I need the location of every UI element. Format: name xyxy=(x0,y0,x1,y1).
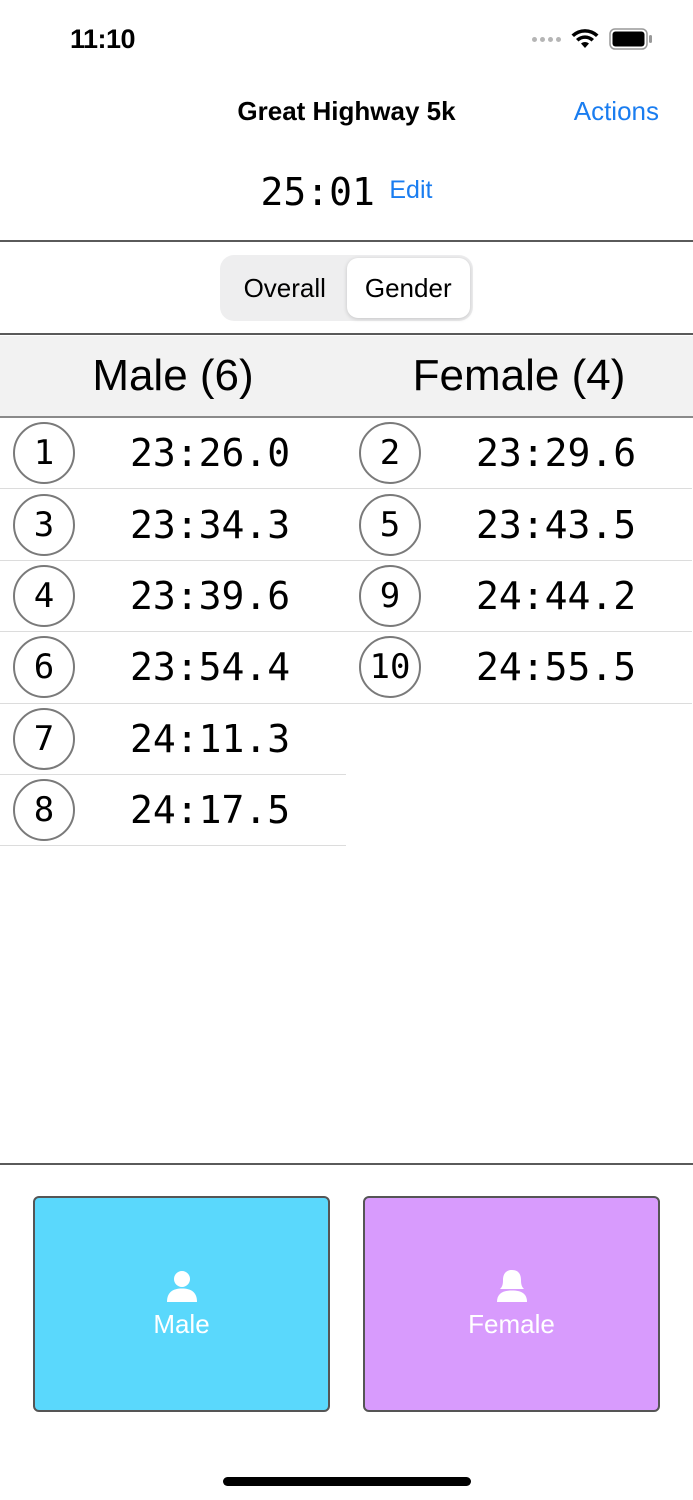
result-row[interactable]: 8 24:17.5 xyxy=(0,775,346,847)
finish-time: 23:54.4 xyxy=(130,645,291,690)
result-row[interactable]: 10 24:55.5 xyxy=(346,632,692,704)
segment-overall[interactable]: Overall xyxy=(223,258,347,318)
result-row[interactable]: 5 23:43.5 xyxy=(346,489,692,561)
battery-icon xyxy=(609,28,652,50)
result-row[interactable]: 2 23:29.6 xyxy=(346,418,692,490)
place-badge: 7 xyxy=(13,707,75,770)
male-results-column: 1 23:26.0 3 23:34.3 4 23:39.6 6 23:54.4 … xyxy=(0,418,346,847)
result-row[interactable]: 9 24:44.2 xyxy=(346,561,692,633)
place-badge: 2 xyxy=(359,422,421,485)
wifi-icon xyxy=(571,29,599,48)
finish-time: 23:26.0 xyxy=(130,431,291,476)
place-badge: 10 xyxy=(359,636,421,699)
place-badge: 1 xyxy=(13,422,75,485)
view-segmented-control: Overall Gender xyxy=(220,255,473,321)
segment-gender[interactable]: Gender xyxy=(346,258,470,318)
gender-headers: Male (6) Female (4) xyxy=(0,336,693,416)
finish-time: 23:43.5 xyxy=(476,502,637,547)
place-badge: 8 xyxy=(13,779,75,842)
status-time: 11:10 xyxy=(70,24,136,54)
place-badge: 4 xyxy=(13,564,75,627)
result-row[interactable]: 1 23:26.0 xyxy=(0,418,346,490)
divider xyxy=(0,1163,693,1165)
race-clock: 25:01 xyxy=(260,170,375,214)
result-row[interactable]: 7 24:11.3 xyxy=(0,704,346,775)
place-badge: 6 xyxy=(13,636,75,699)
finish-time: 23:39.6 xyxy=(130,573,291,618)
result-row[interactable]: 4 23:39.6 xyxy=(0,561,346,633)
finish-time: 24:17.5 xyxy=(130,788,291,833)
female-button-label: Female xyxy=(468,1308,555,1339)
female-finish-button[interactable]: Female xyxy=(363,1196,660,1412)
race-clock-row: 25:01 Edit xyxy=(0,170,693,214)
cellular-signal-icon xyxy=(532,36,561,42)
home-indicator xyxy=(223,1477,471,1486)
finish-time: 24:44.2 xyxy=(476,573,637,618)
female-person-icon xyxy=(496,1269,527,1302)
finish-time: 23:29.6 xyxy=(476,431,637,476)
status-icons xyxy=(532,28,653,50)
edit-clock-button[interactable]: Edit xyxy=(389,176,432,205)
results-table: 1 23:26.0 3 23:34.3 4 23:39.6 6 23:54.4 … xyxy=(0,418,693,847)
place-badge: 9 xyxy=(359,564,421,627)
female-header: Female (4) xyxy=(412,351,626,400)
place-badge: 3 xyxy=(13,493,75,556)
male-button-label: Male xyxy=(153,1308,210,1339)
male-person-icon xyxy=(166,1270,197,1302)
finish-time: 24:11.3 xyxy=(130,716,291,761)
divider xyxy=(0,333,693,335)
divider xyxy=(0,240,693,242)
status-bar: 11:10 xyxy=(0,0,693,80)
male-finish-button[interactable]: Male xyxy=(33,1196,330,1412)
finish-time: 23:34.3 xyxy=(130,502,291,547)
actions-button[interactable]: Actions xyxy=(574,96,659,127)
place-badge: 5 xyxy=(359,493,421,556)
finish-time: 24:55.5 xyxy=(476,645,637,690)
result-row[interactable]: 3 23:34.3 xyxy=(0,489,346,561)
result-row[interactable]: 6 23:54.4 xyxy=(0,632,346,704)
male-header: Male (6) xyxy=(92,351,254,400)
female-results-column: 2 23:29.6 5 23:43.5 9 24:44.2 10 24:55.5 xyxy=(346,418,692,846)
